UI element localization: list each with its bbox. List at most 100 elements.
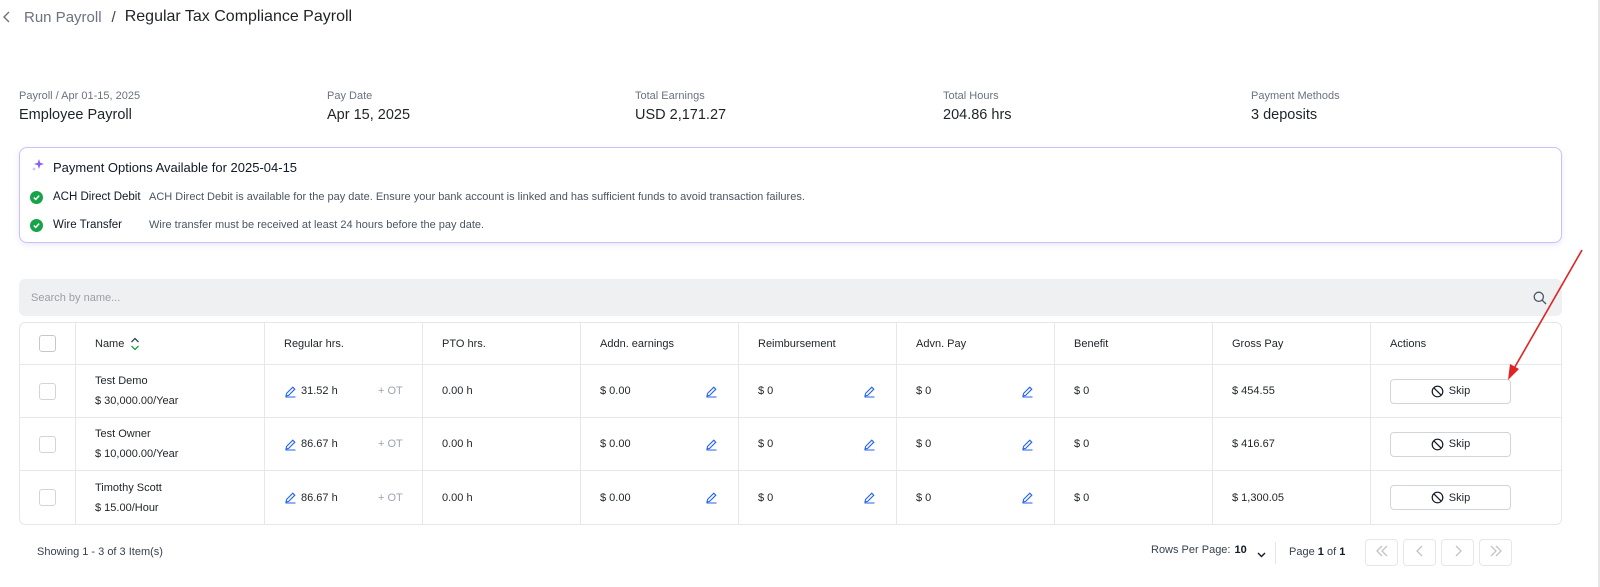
double-chevron-right-icon [1489, 544, 1503, 562]
add-ot-button[interactable]: + OT [378, 438, 403, 450]
pto-hrs-value: 0.00 h [442, 491, 473, 504]
column-header: Reimbursement [758, 337, 836, 350]
row-checkbox[interactable] [39, 489, 56, 506]
row-checkbox[interactable] [39, 435, 56, 453]
payment-options-header: Payment Options Available for 2025-04-15 [31, 158, 297, 177]
reimbursement-value: $ 0 [758, 491, 774, 504]
page-title: Regular Tax Compliance Payroll [124, 8, 353, 25]
regular-hrs-cell: 86.67 h + OT [265, 418, 423, 470]
employee-name: Test Demo [95, 375, 148, 387]
summary-payment-methods: Payment Methods 3 deposits [1251, 89, 1559, 123]
pencil-icon[interactable] [1021, 491, 1034, 504]
header-name[interactable]: Name [76, 323, 265, 364]
rows-per-page-label: Rows Per Page: [1151, 544, 1231, 556]
pencil-icon[interactable] [863, 385, 876, 398]
pencil-icon[interactable] [1021, 438, 1034, 451]
double-chevron-left-icon [1375, 544, 1389, 562]
reimbursement-cell: $ 0 [739, 471, 897, 524]
pencil-icon[interactable] [863, 491, 876, 504]
footer-divider [1275, 542, 1276, 564]
breadcrumb-separator: / [111, 8, 116, 26]
employee-rate: $ 15.00/Hour [95, 501, 159, 514]
payment-options-card: Payment Options Available for 2025-04-15… [19, 147, 1562, 243]
rows-per-page-value: 10 [1234, 544, 1247, 556]
employee-name: Test Owner [95, 428, 151, 440]
addn-earnings-value: $ 0.00 [600, 385, 631, 397]
employee-name: Timothy Scott [95, 481, 162, 494]
summary-value: USD 2,171.27 [635, 107, 727, 123]
skip-button[interactable]: Skip [1390, 431, 1511, 457]
skip-label: Skip [1448, 438, 1471, 450]
table-header: Name Regular hrs. PTO hrs. Addn. earning… [20, 323, 1561, 365]
column-header: Benefit [1074, 337, 1109, 350]
rows-per-page: Rows Per Page: 10 [1151, 544, 1266, 557]
rows-per-page-select[interactable]: 10 [1234, 544, 1266, 557]
sort-icon[interactable] [130, 337, 140, 351]
back-chevron-icon[interactable] [0, 6, 18, 28]
select-all-checkbox[interactable] [39, 335, 56, 352]
ban-icon [1431, 491, 1444, 504]
pagination-controls [1365, 539, 1517, 566]
pencil-icon[interactable] [863, 438, 876, 451]
regular-hrs-value: 31.52 h [301, 385, 338, 397]
pencil-icon[interactable] [705, 491, 718, 504]
pencil-icon[interactable] [284, 385, 297, 398]
header-gross-pay: Gross Pay [1213, 323, 1371, 364]
summary-total-hours: Total Hours 204.86 hrs [943, 89, 1251, 123]
benefit-value: $ 0 [1074, 385, 1090, 397]
employee-cell: Test Owner $ 10,000.00/Year [76, 418, 265, 470]
addn-earnings-value: $ 0.00 [600, 438, 631, 450]
payroll-page: Run Payroll / Regular Tax Compliance Pay… [0, 0, 1600, 587]
advn-pay-value: $ 0 [916, 491, 932, 504]
last-page-button[interactable] [1479, 539, 1512, 566]
addn-earnings-cell: $ 0.00 [581, 365, 739, 417]
pencil-icon[interactable] [1021, 385, 1034, 398]
column-header: Gross Pay [1232, 337, 1284, 350]
page-prefix: Page [1289, 546, 1315, 558]
column-header: PTO hrs. [442, 337, 486, 350]
pto-hrs-cell: 0.00 h [423, 365, 581, 417]
column-header: Regular hrs. [284, 337, 344, 350]
page-total: 1 [1339, 546, 1346, 558]
pencil-icon[interactable] [284, 438, 297, 451]
addn-earnings-cell: $ 0.00 [581, 418, 739, 470]
row-select-cell [20, 365, 76, 417]
row-checkbox[interactable] [39, 382, 56, 400]
gross-pay-value: $ 1,300.05 [1232, 491, 1284, 504]
gross-pay-value: $ 454.55 [1232, 385, 1275, 397]
pencil-icon[interactable] [284, 491, 297, 504]
gross-pay-cell: $ 454.55 [1213, 365, 1371, 417]
row-select-cell [20, 471, 76, 524]
breadcrumb: Run Payroll / Regular Tax Compliance Pay… [0, 6, 352, 28]
add-ot-button[interactable]: + OT [378, 492, 403, 504]
skip-button[interactable]: Skip [1390, 378, 1511, 404]
sparkle-icon [31, 158, 45, 177]
reimbursement-cell: $ 0 [739, 365, 897, 417]
check-circle-icon [30, 190, 43, 204]
gross-pay-cell: $ 1,300.05 [1213, 471, 1371, 524]
advn-pay-cell: $ 0 [897, 471, 1055, 524]
actions-cell: Skip [1371, 365, 1529, 417]
breadcrumb-run-payroll[interactable]: Run Payroll [24, 9, 102, 26]
next-page-button[interactable] [1441, 539, 1474, 566]
search-icon[interactable] [1532, 290, 1548, 306]
pto-hrs-value: 0.00 h [442, 438, 473, 450]
search-bar [19, 279, 1562, 316]
pencil-icon[interactable] [705, 438, 718, 451]
page-indicator: Page 1 of 1 [1289, 546, 1345, 558]
employee-cell: Test Demo $ 30,000.00/Year [76, 365, 265, 417]
benefit-value: $ 0 [1074, 491, 1090, 504]
add-ot-button[interactable]: + OT [378, 385, 403, 397]
first-page-button[interactable] [1365, 539, 1398, 566]
skip-button[interactable]: Skip [1390, 485, 1511, 510]
pencil-icon[interactable] [705, 385, 718, 398]
header-addn-earnings: Addn. earnings [581, 323, 739, 364]
summary-value: Employee Payroll [19, 107, 132, 123]
search-input[interactable] [19, 279, 1532, 316]
regular-hrs-value: 86.67 h [301, 438, 338, 450]
prev-page-button[interactable] [1403, 539, 1436, 566]
page-of: of [1326, 546, 1337, 558]
header-actions: Actions [1371, 323, 1529, 364]
pto-hrs-cell: 0.00 h [423, 471, 581, 524]
advn-pay-cell: $ 0 [897, 365, 1055, 417]
